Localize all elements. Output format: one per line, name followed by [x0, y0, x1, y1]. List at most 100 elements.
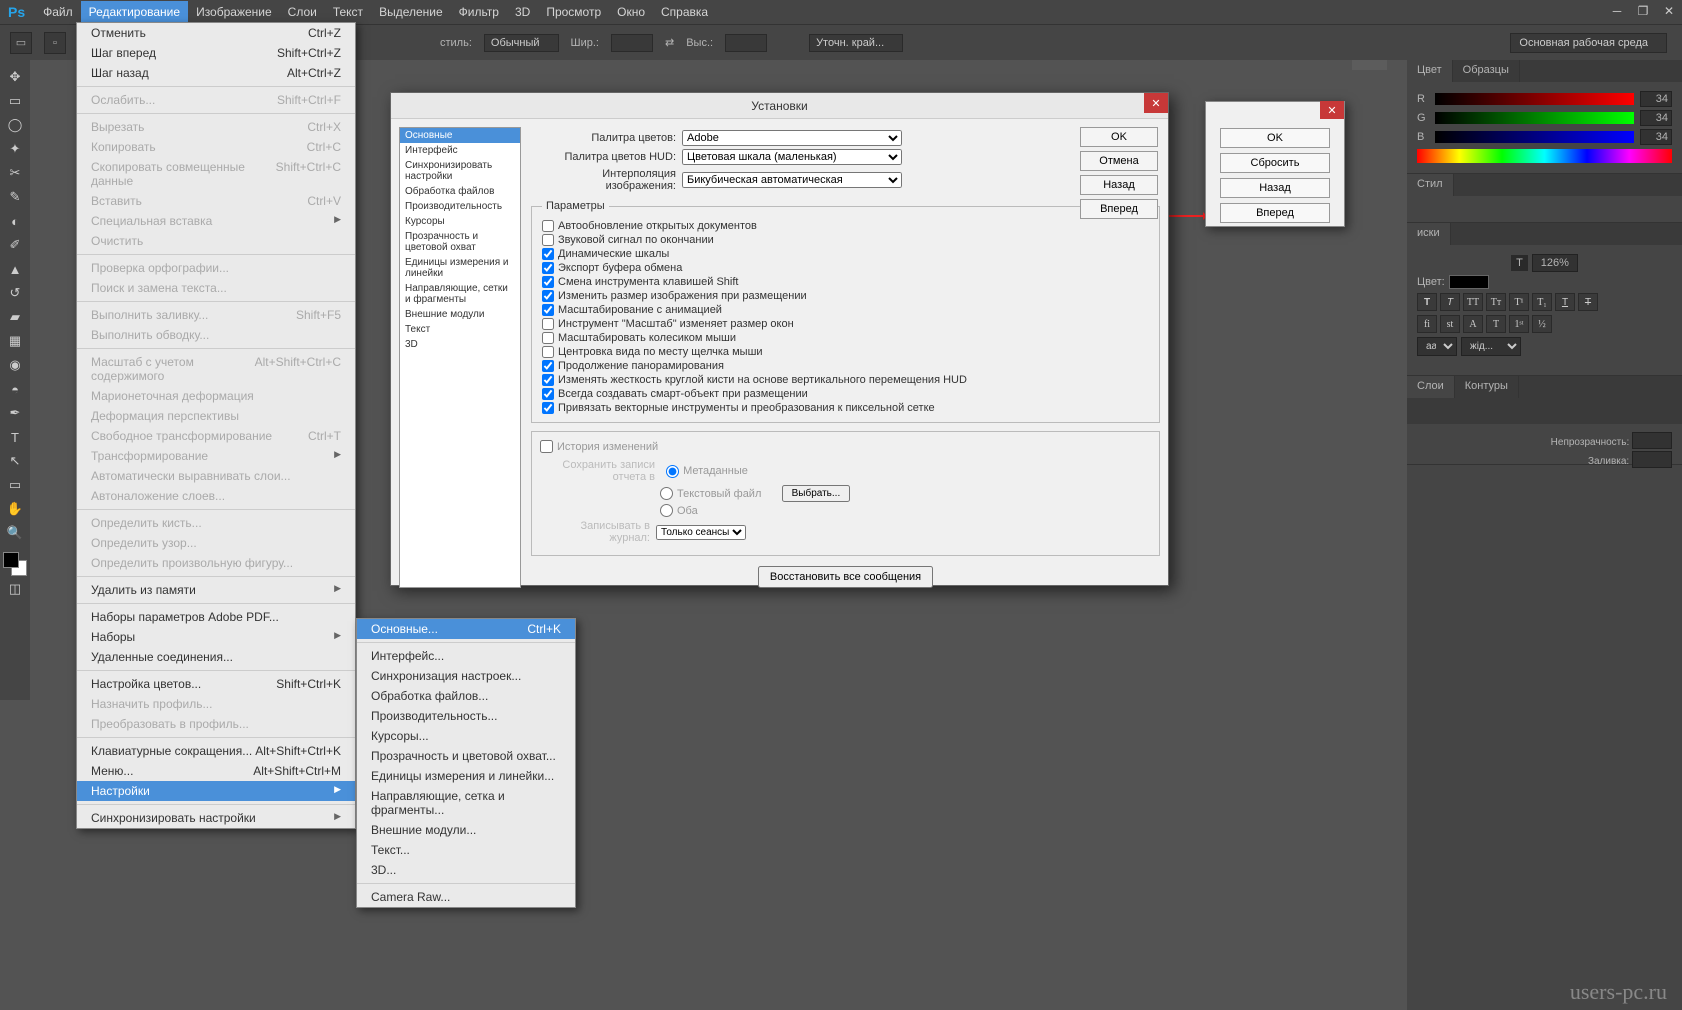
prefs-category-item[interactable]: 3D: [400, 337, 520, 352]
menu-item[interactable]: Масштаб с учетом содержимогоAlt+Shift+Ct…: [77, 352, 355, 386]
menu-item[interactable]: Назначить профиль...: [77, 694, 355, 714]
pref-checkbox[interactable]: [542, 388, 554, 400]
workspace-select[interactable]: Основная рабочая среда: [1510, 33, 1667, 53]
submenu-item[interactable]: 3D...: [357, 860, 575, 880]
prefs-category-item[interactable]: Основные: [400, 128, 520, 143]
popup-close-button[interactable]: ✕: [1320, 101, 1344, 119]
maximize-button[interactable]: ❐: [1630, 0, 1656, 22]
shape-tool-icon[interactable]: ▭: [4, 474, 26, 496]
menu-item[interactable]: Проверка орфографии...: [77, 258, 355, 278]
pref-checkbox[interactable]: [542, 262, 554, 274]
menu-item[interactable]: Меню...Alt+Shift+Ctrl+M: [77, 761, 355, 781]
crop-tool-icon[interactable]: ✂: [4, 162, 26, 184]
radio-metadata[interactable]: [666, 465, 679, 478]
submenu-item[interactable]: Текст...: [357, 840, 575, 860]
prefs-category-item[interactable]: Единицы измерения и линейки: [400, 255, 520, 281]
menu-item[interactable]: Наборы параметров Adobe PDF...: [77, 607, 355, 627]
menu-item[interactable]: Трансформирование▶: [77, 446, 355, 466]
menu-item[interactable]: ОтменитьCtrl+Z: [77, 23, 355, 43]
menu-item[interactable]: Синхронизировать настройки▶: [77, 808, 355, 828]
ad-button[interactable]: A: [1463, 315, 1483, 333]
dialog-close-button[interactable]: ✕: [1144, 93, 1168, 113]
move-tool-icon[interactable]: ✥: [4, 66, 26, 88]
popup-reset-button[interactable]: Сбросить: [1220, 153, 1330, 173]
width-input[interactable]: [611, 34, 653, 52]
prefs-category-item[interactable]: Курсоры: [400, 214, 520, 229]
pref-checkbox[interactable]: [542, 234, 554, 246]
gradient-tool-icon[interactable]: ▦: [4, 330, 26, 352]
entries-select[interactable]: Только сеансы: [656, 525, 746, 540]
pen-tool-icon[interactable]: ✒: [4, 402, 26, 424]
path-select-tool-icon[interactable]: ↖: [4, 450, 26, 472]
submenu-item[interactable]: Camera Raw...: [357, 887, 575, 907]
pref-checkbox[interactable]: [542, 248, 554, 260]
bold-button[interactable]: T: [1417, 293, 1437, 311]
tab-brushes[interactable]: иски: [1407, 223, 1451, 245]
menu-item[interactable]: КопироватьCtrl+C: [77, 137, 355, 157]
foreground-color[interactable]: [3, 552, 19, 568]
r-slider[interactable]: [1435, 93, 1634, 105]
text-color-swatch[interactable]: [1449, 275, 1489, 289]
menu-item[interactable]: ВставитьCtrl+V: [77, 191, 355, 211]
submenu-item[interactable]: Курсоры...: [357, 726, 575, 746]
menu-item[interactable]: Шаг назадAlt+Ctrl+Z: [77, 63, 355, 83]
filter-pixel-icon[interactable]: [1433, 402, 1453, 420]
type-tool-icon[interactable]: T: [4, 426, 26, 448]
menu-window[interactable]: Окно: [609, 1, 653, 23]
zoom-value[interactable]: 126%: [1532, 254, 1578, 272]
pref-checkbox[interactable]: [542, 304, 554, 316]
color-swatches[interactable]: [3, 552, 27, 576]
forward-button[interactable]: Вперед: [1080, 199, 1158, 219]
interp-select[interactable]: Бикубическая автоматическая: [682, 172, 902, 188]
prefs-category-item[interactable]: Текст: [400, 322, 520, 337]
menu-help[interactable]: Справка: [653, 1, 716, 23]
menu-item[interactable]: Деформация перспективы: [77, 406, 355, 426]
b-slider[interactable]: [1435, 131, 1634, 143]
fill-input[interactable]: [1632, 451, 1672, 468]
submenu-item[interactable]: Единицы измерения и линейки...: [357, 766, 575, 786]
menu-text[interactable]: Текст: [325, 1, 371, 23]
prefs-category-item[interactable]: Внешние модули: [400, 307, 520, 322]
menu-3d[interactable]: 3D: [507, 1, 538, 23]
blur-tool-icon[interactable]: ◉: [4, 354, 26, 376]
style-select[interactable]: Обычный: [484, 34, 559, 52]
menu-item[interactable]: Определить узор...: [77, 533, 355, 553]
prefs-category-item[interactable]: Интерфейс: [400, 143, 520, 158]
aa-select[interactable]: aа: [1417, 337, 1457, 356]
marquee-tool-icon[interactable]: ▭: [10, 32, 32, 54]
italic-button[interactable]: T: [1440, 293, 1460, 311]
menu-select[interactable]: Выделение: [371, 1, 451, 23]
menu-item[interactable]: Выполнить заливку...Shift+F5: [77, 305, 355, 325]
menu-item[interactable]: Выполнить обводку...: [77, 325, 355, 345]
restore-warnings-button[interactable]: Восстановить все сообщения: [758, 566, 933, 588]
filter-type-icon[interactable]: [1477, 402, 1497, 420]
tab-layers[interactable]: Слои: [1407, 376, 1455, 398]
brush-tool-icon[interactable]: ✐: [4, 234, 26, 256]
pref-checkbox[interactable]: [542, 318, 554, 330]
pref-checkbox[interactable]: [542, 220, 554, 232]
prefs-category-item[interactable]: Прозрачность и цветовой охват: [400, 229, 520, 255]
choose-button[interactable]: Выбрать...: [782, 485, 851, 502]
submenu-item[interactable]: Производительность...: [357, 706, 575, 726]
menu-item[interactable]: Определить кисть...: [77, 513, 355, 533]
menu-item[interactable]: Свободное трансформированиеCtrl+T: [77, 426, 355, 446]
marquee-tool-icon[interactable]: ▭: [4, 90, 26, 112]
menu-view[interactable]: Просмотр: [538, 1, 609, 23]
menu-item[interactable]: Клавиатурные сокращения...Alt+Shift+Ctrl…: [77, 741, 355, 761]
g-value[interactable]: 34: [1640, 110, 1672, 126]
menu-edit[interactable]: Редактирование: [81, 1, 188, 23]
quick-mask-icon[interactable]: ◫: [4, 578, 26, 600]
menu-item[interactable]: Скопировать совмещенные данныеShift+Ctrl…: [77, 157, 355, 191]
magic-wand-tool-icon[interactable]: ✦: [4, 138, 26, 160]
submenu-item[interactable]: Синхронизация настроек...: [357, 666, 575, 686]
hand-tool-icon[interactable]: ✋: [4, 498, 26, 520]
fi-button[interactable]: fi: [1417, 315, 1437, 333]
history-enable-checkbox[interactable]: [540, 440, 553, 453]
cancel-button[interactable]: Отмена: [1080, 151, 1158, 171]
menu-item[interactable]: Автоналожение слоев...: [77, 486, 355, 506]
smallcaps-button[interactable]: Tᴛ: [1486, 293, 1506, 311]
menu-item[interactable]: Очистить: [77, 231, 355, 251]
popup-ok-button[interactable]: OK: [1220, 128, 1330, 148]
healing-brush-tool-icon[interactable]: ◐: [4, 210, 26, 232]
superscript-button[interactable]: T¹: [1509, 293, 1529, 311]
